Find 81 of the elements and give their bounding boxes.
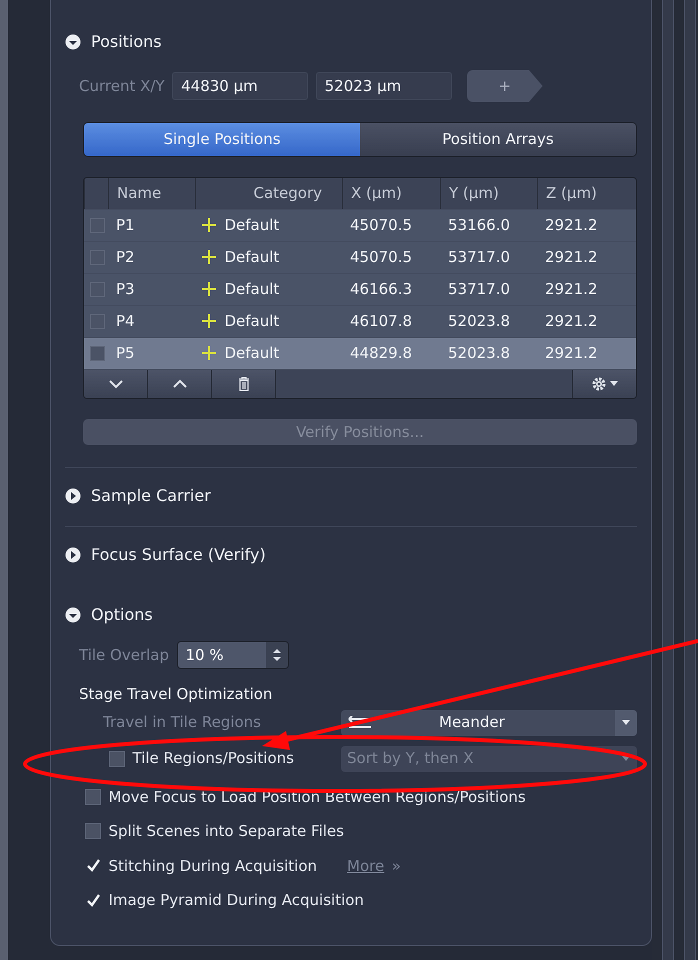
tab[interactable]: Single Positions [84,123,360,156]
table-cell-text: P2 [115,246,136,268]
checkbox[interactable] [85,823,101,840]
table-cell-text: 44829.8 [349,342,414,364]
caret-icon [610,380,618,386]
table-cell-text: P3 [115,278,136,300]
table-row[interactable]: P3 Default 46166.3 53717.0 2921.2 [84,274,636,306]
column-header[interactable]: Y (µm) [440,178,537,208]
crosshair-icon [201,345,217,361]
chevron-down-icon [108,378,122,388]
table-cell-text: Default [224,246,280,268]
column-header[interactable]: Category [195,178,342,208]
table-cell-text: 53166.0 [447,214,512,236]
table-cell-text: 2921.2 [544,246,598,268]
crosshair-icon [201,313,217,329]
expand-toggle-icon[interactable] [65,547,81,563]
caret-icon [622,756,630,762]
y-field[interactable]: 52023 µm [316,72,452,100]
table-row[interactable]: P5 Default 44829.8 52023.8 2921.2 [84,338,636,370]
tile-overlap-spinner[interactable]: 10 % [176,641,288,669]
double-chevron-icon: » [392,854,401,877]
x-field[interactable]: 44830 µm [172,72,308,100]
spin-arrows-icon [272,648,280,662]
checkbox[interactable] [85,858,101,874]
table-cell-text: Default [224,310,280,332]
table-row[interactable]: P4 Default 46107.8 52023.8 2921.2 [84,306,636,338]
field-label: Travel in Tile Regions [103,714,261,731]
field-label: Current X/Y [79,76,165,97]
column-header[interactable]: X (µm) [342,178,440,208]
more-link[interactable]: More [347,854,384,877]
travel-dropdown[interactable]: Meander [341,710,637,736]
table-cell-text: Default [224,214,280,236]
crosshair-icon [201,249,217,265]
table-cell-text: 2921.2 [544,278,598,300]
table-cell-text: Default [224,342,280,364]
table-row[interactable]: P1 Default 45070.5 53166.0 2921.2 [84,210,636,242]
delete-button[interactable] [212,370,276,398]
collapse-toggle-icon[interactable] [65,34,81,50]
expand-toggle-icon[interactable] [65,488,81,504]
table-cell-text: 46166.3 [349,278,414,300]
chevron-up-icon [172,378,186,388]
table-cell-text: 46107.8 [349,310,414,332]
table-cell-text: 2921.2 [544,310,598,332]
crosshair-icon [201,217,217,233]
table-cell-text: 53717.0 [447,246,512,268]
add-position-button[interactable]: + [466,70,543,102]
section-title: Sample Carrier [91,485,211,507]
trash-icon [238,376,250,390]
section-title: Options [91,604,153,626]
checkbox-label: Image Pyramid During Acquisition [108,890,364,911]
tab[interactable]: Position Arrays [360,123,636,156]
checkbox[interactable] [85,892,101,908]
table-cell-text: 2921.2 [544,342,598,364]
collapse-toggle-icon[interactable] [65,607,81,623]
section-title: Positions [91,31,162,53]
settings-menu-button[interactable] [572,370,636,398]
checkbox[interactable] [85,788,101,805]
crosshair-icon [201,281,217,297]
column-header[interactable]: Name [108,178,195,208]
field-label: Tile Overlap [79,644,169,666]
section-title: Focus Surface (Verify) [91,544,266,566]
table-cell-text: P5 [115,342,136,364]
settings-icon [590,376,607,392]
row-checkbox[interactable] [90,346,105,360]
checkbox-label: Stitching During Acquisition [108,856,318,876]
table-cell-text: 2921.2 [544,214,598,236]
column-header[interactable]: Z (µm) [537,178,636,208]
table-cell-text: P4 [115,310,136,332]
table-cell-text: 45070.5 [349,246,414,268]
checkbox-label: Tile Regions/Positions [132,748,294,770]
caret-icon [622,720,630,726]
table-cell-text: 53717.0 [447,278,512,300]
table-cell-text: 52023.8 [447,310,512,332]
table-cell-text: 45070.5 [349,214,414,236]
table-cell-text: Default [224,278,280,300]
subsection-heading: Stage Travel Optimization [79,684,272,705]
table-row[interactable]: P2 Default 45070.5 53717.0 2921.2 [84,242,636,274]
checkbox-label: Split Scenes into Separate Files [108,821,344,842]
table-cell-text: 52023.8 [447,342,512,364]
table-cell-text: P1 [115,214,136,236]
move-down-button[interactable] [84,370,148,398]
